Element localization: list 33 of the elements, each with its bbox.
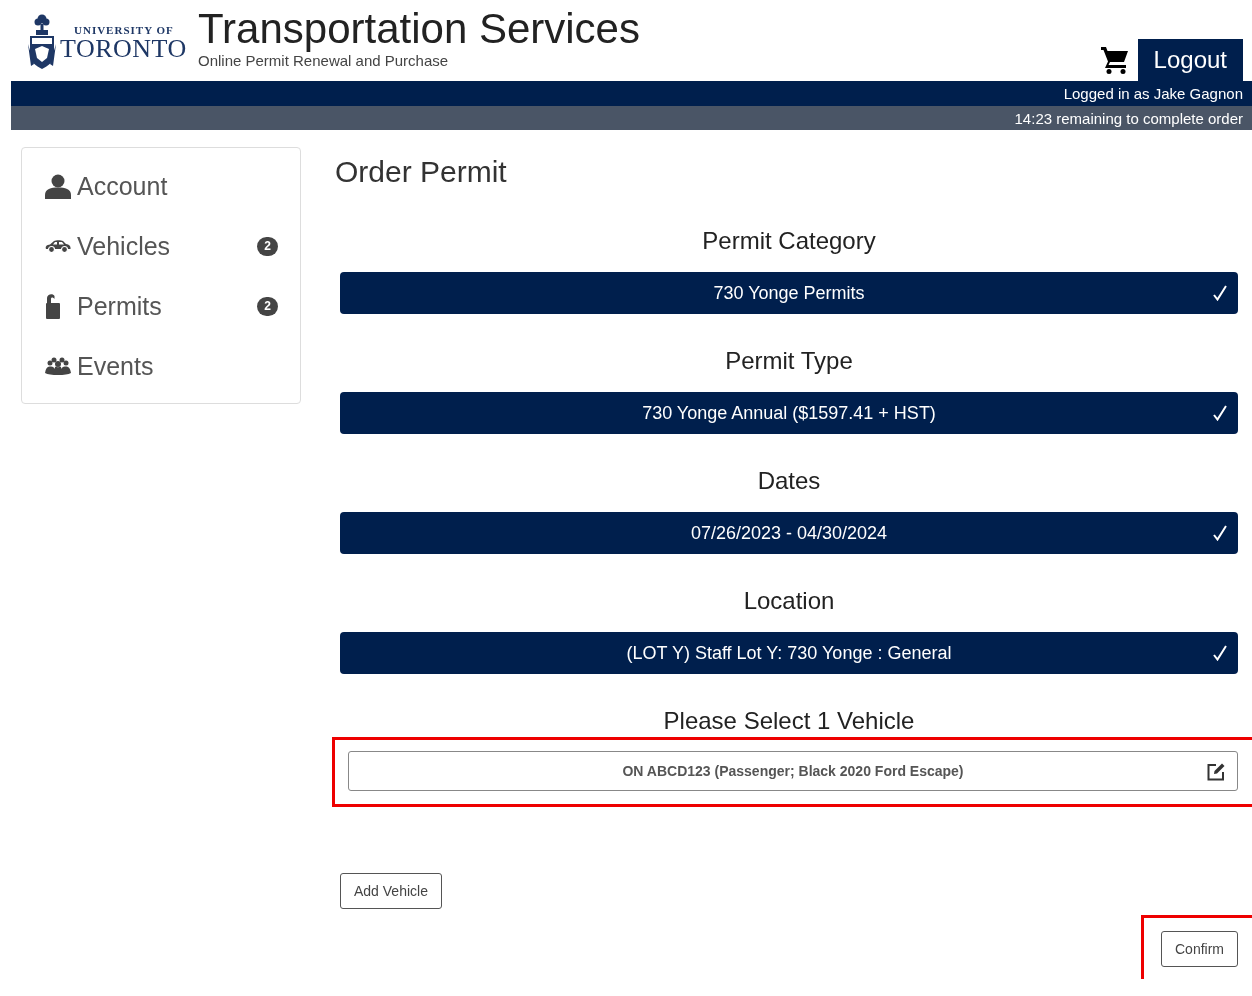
section-heading: Permit Type: [724, 347, 854, 375]
cart-icon[interactable]: [1100, 46, 1129, 74]
count-badge: 2: [257, 236, 278, 256]
vehicle-option[interactable]: ON ABCD123 (Passenger; Black 2020 Ford Escape): [348, 751, 1238, 791]
page-title: Order Permit: [335, 154, 508, 190]
logo-text: TORONTO: [60, 36, 188, 62]
logo-text: UNIVERSITY OF: [74, 24, 175, 36]
selection-bar[interactable]: (LOT Y) Staff Lot Y: 730 Yonge : General: [340, 632, 1238, 674]
sidebar-label[interactable]: Vehicles: [77, 231, 258, 261]
site-title: Transportation Services: [198, 4, 640, 54]
sidebar-label[interactable]: Events: [77, 351, 278, 381]
section-heading: Location: [742, 587, 836, 615]
site-subtitle: Online Permit Renewal and Purchase: [198, 53, 450, 69]
section-heading: Permit Category: [701, 227, 877, 255]
people-icon: [45, 357, 71, 375]
logged-in-text: Logged in as Jake Gagnon: [1063, 85, 1243, 102]
person-icon: [45, 173, 71, 199]
selection-bar[interactable]: 730 Yonge Permits: [340, 272, 1238, 314]
car-icon: [45, 239, 71, 253]
selection-bar[interactable]: 730 Yonge Annual ($1597.41 + HST): [340, 392, 1238, 434]
edit-icon[interactable]: [1207, 763, 1225, 781]
selection-bar[interactable]: 07/26/2023 - 04/30/2024: [340, 512, 1238, 554]
confirm-button[interactable]: Confirm: [1161, 931, 1238, 967]
sidebar-label[interactable]: Account: [77, 171, 278, 201]
count-badge: 2: [257, 296, 278, 316]
section-heading: Please Select 1 Vehicle: [662, 707, 916, 735]
door-hanger-icon: [45, 293, 61, 319]
crest-icon: [28, 14, 56, 72]
timer-text: 14:23 remaining to complete order: [1014, 109, 1243, 127]
section-heading: Dates: [756, 467, 822, 495]
add-vehicle-button[interactable]: Add Vehicle: [340, 873, 442, 909]
logout-button[interactable]: Logout: [1137, 39, 1243, 81]
sidebar-label[interactable]: Permits: [77, 291, 258, 321]
